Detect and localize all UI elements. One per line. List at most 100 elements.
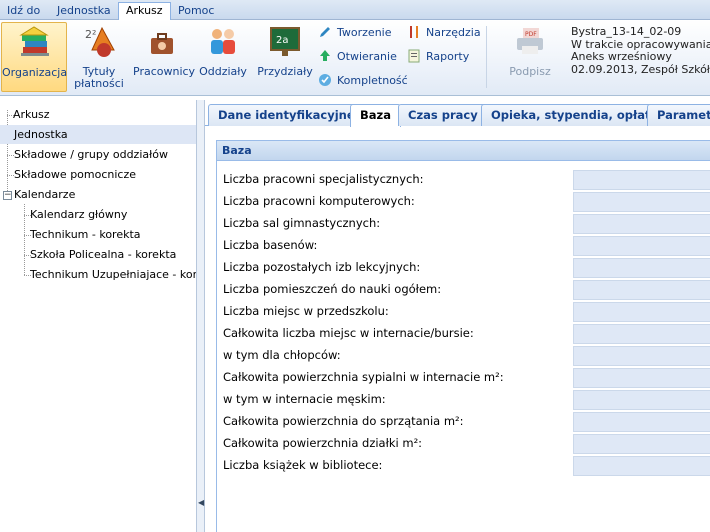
- otwieranie-button[interactable]: Otwieranie: [318, 48, 397, 66]
- tree-item-jednostka[interactable]: Jednostka: [0, 125, 196, 144]
- field-input[interactable]: [573, 170, 710, 190]
- tree-item-kalendarz-glowny[interactable]: Kalendarz główny: [30, 205, 127, 224]
- menu-arkusz[interactable]: Arkusz: [118, 2, 171, 20]
- tytuly-platnosci-label: Tytuły płatności: [74, 65, 124, 90]
- tworzenie-label: Tworzenie: [337, 26, 392, 39]
- field-label: Liczba basenów:: [223, 238, 318, 252]
- tree-item-technikum[interactable]: Technikum - korekta: [30, 225, 141, 244]
- raporty-button[interactable]: Raporty: [407, 48, 469, 66]
- form-row: w tym dla chłopców:: [217, 345, 710, 367]
- field-label: Liczba książek w bibliotece:: [223, 458, 383, 472]
- panel-splitter[interactable]: ◀: [196, 100, 205, 532]
- check-circle-icon: [319, 74, 331, 86]
- navigation-tree: Arkusz Jednostka Składowe / grupy oddzia…: [0, 100, 221, 532]
- briefcase-person-icon: [151, 33, 173, 54]
- baza-panel: Baza Liczba pracowni specjalistycznych: L…: [216, 140, 710, 532]
- pracownicy-label: Pracownicy: [133, 65, 196, 78]
- tworzenie-button[interactable]: Tworzenie: [318, 24, 391, 42]
- sheet-type: Aneks wrześniowy: [571, 50, 672, 63]
- tree-item-skladowe-pomocnicze[interactable]: Składowe pomocnicze: [14, 165, 136, 184]
- tytuly-platnosci-button[interactable]: 2² Tytuły płatności: [73, 22, 125, 92]
- form-row: Liczba pomieszczeń do nauki ogółem:: [217, 279, 710, 301]
- report-icon: [408, 49, 420, 63]
- arrow-up-icon: [320, 50, 330, 61]
- form-row: Całkowita liczba miejsc w internacie/bur…: [217, 323, 710, 345]
- panel-title: Baza: [217, 141, 710, 161]
- field-input[interactable]: [573, 456, 710, 476]
- field-label: Liczba sal gimnastycznych:: [223, 216, 381, 230]
- form-row: Liczba książek w bibliotece:: [217, 455, 710, 477]
- field-label: Liczba pozostałych izb lekcyjnych:: [223, 260, 421, 274]
- tree-item-kalendarze[interactable]: Kalendarze: [14, 185, 75, 204]
- field-input[interactable]: [573, 434, 710, 454]
- form-row: Liczba basenów:: [217, 235, 710, 257]
- tab-czas-pracy[interactable]: Czas pracy: [398, 104, 488, 126]
- field-input[interactable]: [573, 412, 710, 432]
- field-input[interactable]: [573, 192, 710, 212]
- kompletnosc-label: Kompletność: [337, 74, 408, 87]
- pracownicy-button[interactable]: Pracownicy: [133, 22, 196, 92]
- field-input[interactable]: [573, 236, 710, 256]
- form-row: Całkowita powierzchnia sypialni w intern…: [217, 367, 710, 389]
- podpisz-button[interactable]: PDF Podpisz: [505, 22, 555, 92]
- field-label: Liczba pomieszczeń do nauki ogółem:: [223, 282, 442, 296]
- svg-text:2²: 2²: [85, 28, 96, 41]
- oddzialy-label: Oddziały: [199, 65, 247, 78]
- svg-text:PDF: PDF: [525, 31, 537, 38]
- field-label: Liczba pracowni komputerowych:: [223, 194, 415, 208]
- field-label: Całkowita powierzchnia działki m²:: [223, 436, 423, 450]
- tab-baza[interactable]: Baza: [350, 104, 401, 127]
- tree-item-technikum-uzupelniajace[interactable]: Technikum Uzupełniajace - korekta: [30, 265, 221, 284]
- sheet-info: Bystra_13-14_02-09 W trakcie opracowywan…: [571, 25, 710, 76]
- organizacja-button[interactable]: Organizacja: [1, 22, 67, 92]
- field-input[interactable]: [573, 368, 710, 388]
- tree-item-szkola-policealna[interactable]: Szkoła Policealna - korekta: [30, 245, 176, 264]
- tab-dane-identyfikacyjne[interactable]: Dane identyfikacyjne: [208, 104, 365, 126]
- tab-bar: Dane identyfikacyjne Baza Czas pracy Opi…: [205, 100, 710, 127]
- tree-branch-line: [7, 175, 14, 176]
- ribbon: Organizacja 2² Tytuły płatności Pracowni…: [0, 20, 710, 96]
- tree-branch-line: [7, 155, 14, 156]
- menu-pomoc[interactable]: Pomoc: [171, 3, 221, 20]
- collapse-toggle-icon[interactable]: −: [3, 191, 12, 200]
- field-input[interactable]: [573, 324, 710, 344]
- pencil-icon: [320, 27, 330, 37]
- form-row: w tym w internacie męskim:: [217, 389, 710, 411]
- field-input[interactable]: [573, 258, 710, 278]
- menu-idz-do[interactable]: Idź do: [0, 3, 47, 20]
- field-input[interactable]: [573, 346, 710, 366]
- field-input[interactable]: [573, 280, 710, 300]
- form-row: Liczba miejsc w przedszkolu:: [217, 301, 710, 323]
- narzedzia-button[interactable]: Narzędzia: [407, 24, 481, 42]
- field-label: w tym w internacie męskim:: [223, 392, 386, 406]
- tools-icon: [410, 26, 418, 38]
- form-row: Całkowita powierzchnia do sprzątania m²:: [217, 411, 710, 433]
- collapse-left-icon[interactable]: ◀: [198, 498, 204, 507]
- field-input[interactable]: [573, 390, 710, 410]
- podpisz-label: Podpisz: [509, 65, 551, 78]
- field-input[interactable]: [573, 302, 710, 322]
- menu-jednostka[interactable]: Jednostka: [50, 3, 118, 20]
- tree-guide-line: [7, 110, 8, 197]
- form-row: Liczba pracowni komputerowych:: [217, 191, 710, 213]
- form-row: Liczba sal gimnastycznych:: [217, 213, 710, 235]
- field-label: Liczba miejsc w przedszkolu:: [223, 304, 389, 318]
- tab-opieka-stypendia-oplaty[interactable]: Opieka, stypendia, opłaty: [481, 104, 669, 126]
- przydzialy-label: Przydziały: [257, 65, 313, 78]
- otwieranie-label: Otwieranie: [337, 50, 397, 63]
- field-input[interactable]: [573, 214, 710, 234]
- tree-item-skladowe-grupy[interactable]: Składowe / grupy oddziałów: [14, 145, 168, 164]
- books-icon: [19, 26, 49, 56]
- oddzialy-button[interactable]: Oddziały: [199, 22, 247, 92]
- raporty-label: Raporty: [426, 50, 470, 63]
- pdf-printer-icon: PDF: [517, 28, 543, 54]
- field-label: Całkowita powierzchnia do sprzątania m²:: [223, 414, 464, 428]
- sheet-name: Bystra_13-14_02-09: [571, 25, 682, 38]
- form-row: Liczba pracowni specjalistycznych:: [217, 169, 710, 191]
- kompletnosc-button[interactable]: Kompletność: [318, 72, 408, 90]
- tab-parametry[interactable]: Parametr: [647, 104, 710, 126]
- field-label: w tym dla chłopców:: [223, 348, 341, 362]
- przydzialy-button[interactable]: 2a Przydziały: [257, 22, 313, 92]
- tree-item-arkusz[interactable]: Arkusz: [13, 105, 50, 124]
- field-label: Całkowita liczba miejsc w internacie/bur…: [223, 326, 474, 340]
